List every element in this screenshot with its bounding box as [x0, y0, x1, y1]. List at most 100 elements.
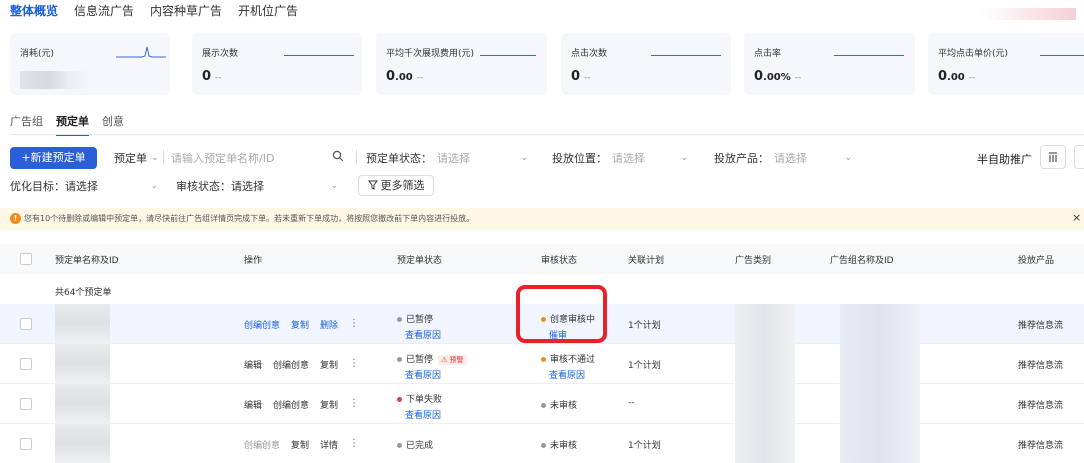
download-button[interactable]	[1074, 145, 1084, 169]
divider	[163, 150, 164, 165]
filter-icon	[367, 180, 378, 190]
more-actions-icon[interactable]: ⋮	[349, 318, 359, 331]
related-plan[interactable]: 1个计划	[628, 318, 661, 331]
view-reason-link[interactable]: 查看原因	[405, 368, 467, 381]
row-actions: 创编创意 复制 详情 ⋮	[244, 438, 359, 451]
more-actions-icon[interactable]: ⋮	[349, 438, 359, 451]
metric-card-clicks[interactable]: 点击次数 0 --	[561, 33, 731, 95]
ad-category-blurred	[735, 344, 795, 384]
row-checkbox[interactable]	[20, 358, 32, 370]
tab-creative[interactable]: 创意	[102, 114, 124, 136]
chevron-down-icon: ⌄	[150, 181, 158, 191]
notice-banner: ! 您有10个待删除或编辑中预定单，请尽快前往广告组详情页完成下单。若未重新下单…	[0, 208, 1084, 230]
create-creative-link[interactable]: 创编创意	[244, 438, 280, 451]
row-checkbox[interactable]	[20, 398, 32, 410]
more-actions-icon[interactable]: ⋮	[349, 398, 359, 411]
semi-auto-label: 半自助推广	[977, 153, 1032, 166]
search-type-select[interactable]: 预定单 ⌄	[114, 148, 159, 168]
view-reason-link[interactable]: 查看原因	[549, 368, 595, 381]
table-row[interactable]: 编辑 创编创意 复制 ⋮ 下单失败 查看原因 未审核 -- 推荐信息流	[0, 384, 1084, 424]
tab-splash-ads[interactable]: 开机位广告	[238, 2, 298, 20]
metric-card-cpm[interactable]: 平均千次展现费用(元) 0.00 --	[376, 33, 547, 95]
row-actions: 创编创意 复制 删除 ⋮	[244, 318, 359, 331]
select-all-checkbox[interactable]	[20, 253, 32, 265]
table-row[interactable]: 编辑 创编创意 复制 ⋮ 已暂停 ⚠ 预警 查看原因 审核不通过 查看原因 1个计…	[0, 344, 1084, 384]
column-header[interactable]: 预定单名称及ID	[55, 253, 119, 266]
notice-text: 您有10个待删除或编辑中预定单，请尽快前往广告组详情页完成下单。若未重新下单成功…	[24, 214, 475, 223]
metric-card-impressions[interactable]: 展示次数 0 --	[192, 33, 362, 95]
more-filter-button[interactable]: 更多筛选	[358, 175, 434, 196]
new-reservation-button[interactable]: +新建预定单	[10, 147, 97, 169]
tab-reservation[interactable]: 预定单	[56, 114, 89, 136]
row-checkbox[interactable]	[20, 438, 32, 450]
tab-overview[interactable]: 整体概览	[10, 2, 58, 20]
reservation-status-select[interactable]: 预定单状态： 请选择 ⌄	[366, 148, 530, 168]
audit-status: 审核不通过 查看原因	[541, 352, 595, 381]
column-header: 投放产品	[1018, 256, 1055, 266]
audit-status: 未审核	[541, 398, 577, 411]
search-input[interactable]: 请输入预定单名称/ID	[166, 148, 274, 168]
product-cell: 推荐信息流	[1018, 441, 1064, 451]
related-plan[interactable]: 1个计划	[628, 358, 661, 371]
details-link[interactable]: 详情	[320, 438, 338, 451]
chevron-down-icon: ⌄	[844, 153, 852, 163]
optimization-goal-select[interactable]: 优化目标： 请选择 ⌄	[10, 176, 160, 196]
edit-link[interactable]: 编辑	[244, 398, 262, 411]
row-actions: 编辑 创编创意 复制 ⋮	[244, 358, 359, 371]
column-header[interactable]: 审核状态	[541, 253, 577, 266]
page-root: 整体概览 信息流广告 内容种草广告 开机位广告 消耗(元) 展示次数 0 -- 平…	[0, 0, 1084, 463]
reservation-status: 已暂停 查看原因	[397, 312, 441, 341]
create-creative-link[interactable]: 创编创意	[273, 398, 309, 411]
metric-card-cost[interactable]: 消耗(元)	[10, 33, 170, 95]
sub-tabs: 广告组 预定单 创意	[10, 114, 124, 136]
column-header[interactable]: 预定单状态	[397, 253, 442, 266]
search-icon[interactable]	[332, 150, 344, 162]
chevron-down-icon: ⌄	[520, 153, 528, 163]
ad-category-blurred	[735, 304, 795, 344]
ad-group-blurred	[840, 424, 920, 463]
columns-icon	[1049, 152, 1057, 162]
ad-category-blurred	[735, 384, 795, 424]
metric-value: 0.00 --	[938, 69, 976, 84]
related-plan[interactable]: 1个计划	[628, 438, 661, 451]
audit-status-select[interactable]: 审核状态： 请选择 ⌄	[176, 176, 340, 196]
column-settings-button[interactable]	[1040, 145, 1066, 169]
view-reason-link[interactable]: 查看原因	[405, 408, 442, 421]
reservation-status: 下单失败 查看原因	[397, 392, 442, 421]
tab-feed-ads[interactable]: 信息流广告	[74, 2, 134, 20]
metric-label: 点击次数	[571, 49, 608, 59]
close-icon[interactable]: ×	[1072, 211, 1081, 224]
copy-link[interactable]: 复制	[320, 358, 338, 371]
metric-value: 0.00% --	[754, 69, 802, 84]
tab-content-ads[interactable]: 内容种草广告	[150, 2, 222, 20]
product-cell: 推荐信息流	[1018, 361, 1064, 371]
table-row[interactable]: 创编创意 复制 详情 ⋮ 已完成 未审核 1个计划 推荐信息流	[0, 424, 1084, 463]
metric-label: 消耗(元)	[20, 49, 55, 59]
placement-select[interactable]: 投放位置： 请选择 ⌄	[552, 148, 690, 168]
copy-link[interactable]: 复制	[291, 318, 309, 331]
tab-ad-group[interactable]: 广告组	[10, 114, 43, 136]
metric-value: 0 --	[202, 69, 222, 84]
product-cell: 推荐信息流	[1018, 401, 1064, 411]
metric-label: 平均点击单价(元)	[938, 49, 1009, 59]
copy-link[interactable]: 复制	[320, 398, 338, 411]
sparkline-icon	[834, 55, 904, 56]
edit-link[interactable]: 编辑	[244, 358, 262, 371]
copy-link[interactable]: 复制	[291, 438, 309, 451]
warning-icon: !	[10, 213, 21, 224]
delete-link[interactable]: 删除	[320, 318, 338, 331]
view-reason-link[interactable]: 查看原因	[405, 328, 441, 341]
reservation-status: 已完成	[397, 438, 433, 451]
sparkline-icon	[1040, 55, 1084, 56]
create-creative-link[interactable]: 创编创意	[244, 318, 280, 331]
create-creative-link[interactable]: 创编创意	[273, 358, 309, 371]
row-checkbox[interactable]	[20, 318, 32, 330]
more-actions-icon[interactable]: ⋮	[349, 358, 359, 371]
metric-value: 0.00 --	[386, 69, 424, 84]
row-name-blurred	[55, 424, 110, 463]
product-select[interactable]: 投放产品： 请选择 ⌄	[714, 148, 854, 168]
column-header: 广告类别	[735, 256, 772, 266]
row-name-blurred	[55, 384, 110, 424]
metric-card-cpc[interactable]: 平均点击单价(元) 0.00 --	[928, 33, 1084, 95]
metric-card-ctr[interactable]: 点击率 0.00% --	[744, 33, 915, 95]
